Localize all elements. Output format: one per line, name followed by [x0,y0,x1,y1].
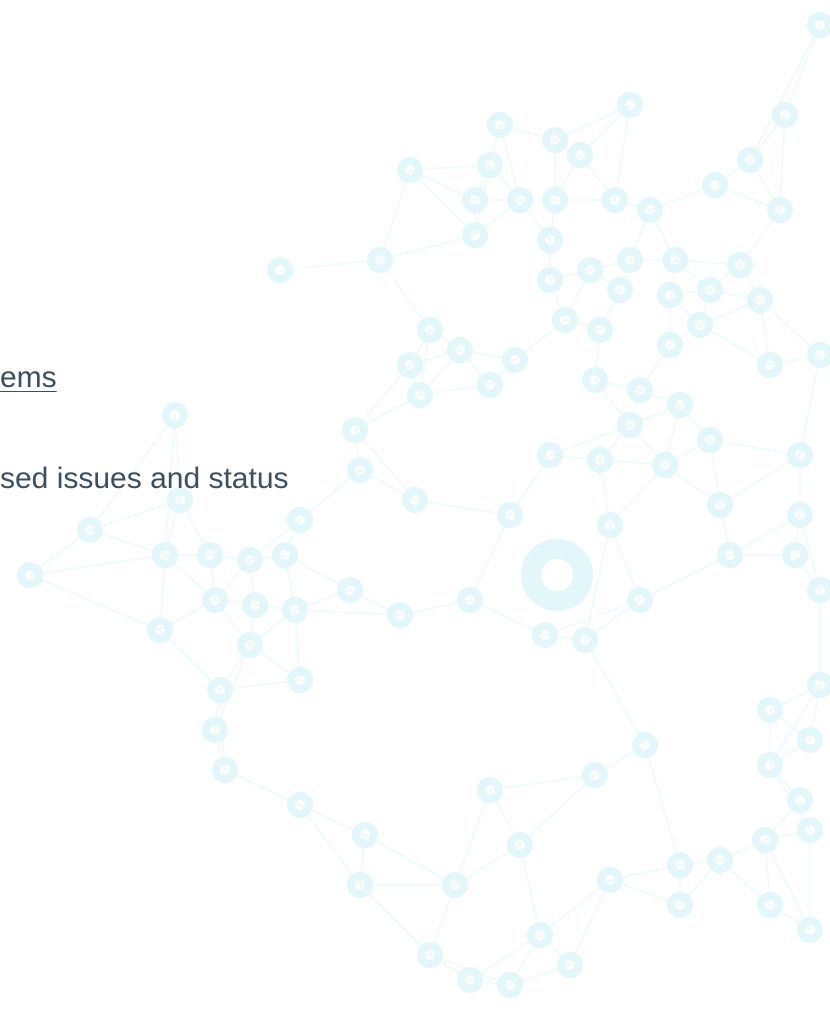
network-link [719,454,801,506]
network-nodes [17,12,830,998]
network-link [569,879,611,966]
network-link [469,514,511,601]
network-link [489,774,596,791]
network-link [644,744,681,866]
network-link [359,884,431,956]
network-link [29,554,166,576]
network-link [29,574,161,631]
network-link [379,234,476,261]
network-link [414,499,511,516]
network-link [519,844,541,936]
network-link [779,114,786,211]
problems-link[interactable]: ems [0,361,57,395]
network-background [17,12,830,998]
network-link [539,879,611,936]
network-link [294,609,401,616]
network-link [639,554,731,601]
network-hub-node [521,539,593,611]
network-link [299,804,361,886]
description-text: sed issues and status [0,462,289,495]
network-link [364,834,456,886]
network-link [519,774,596,846]
network-link [454,789,491,886]
network-link [379,169,411,261]
network-link [799,354,821,456]
network-link [584,639,646,746]
network-link [749,24,821,161]
network-link [709,439,801,456]
network-link [279,259,381,271]
network-link [614,104,631,201]
network-link [784,24,821,116]
